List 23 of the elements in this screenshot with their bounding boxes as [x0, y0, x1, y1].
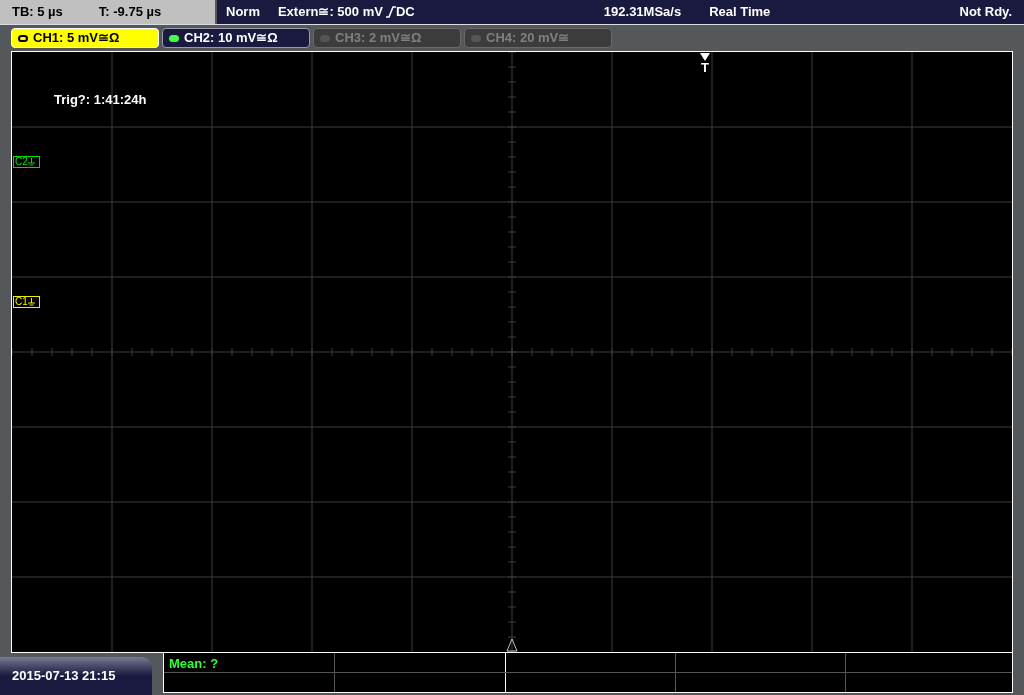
trigger-source: Extern≅: 500 mV	[277, 3, 383, 22]
trigger-coupling: DC	[395, 3, 415, 22]
channel-marker: C2	[13, 156, 40, 168]
acquisition-mode: Real Time	[709, 3, 771, 22]
trigger-mode: Norm	[226, 3, 260, 22]
channel-status-icon	[169, 34, 179, 42]
channel-marker: C1	[13, 296, 40, 308]
trigger-level-icon	[506, 638, 518, 652]
datetime-text: 2015-07-13 21:15	[12, 667, 116, 686]
ready-status: Not Rdy.	[959, 3, 1012, 22]
trigger-time-text: Trig?: 1:41:24h	[54, 91, 147, 109]
time-offset-label: T: -9.75 µs	[98, 3, 162, 22]
channel-status-icon	[471, 34, 481, 42]
channel-tab[interactable]: CH1: 5 mV≅Ω	[11, 28, 159, 48]
measurement-text: Mean: ?	[169, 655, 219, 673]
sample-rate: 192.31MSa/s	[603, 3, 682, 22]
rising-edge-icon	[385, 6, 396, 18]
channel-status-icon	[18, 34, 28, 42]
channel-tab[interactable]: CH2: 10 mV≅Ω	[162, 28, 310, 48]
ground-icon	[27, 158, 35, 166]
ground-icon	[27, 298, 35, 306]
channel-status-icon	[320, 34, 330, 42]
timebase-label: TB: 5 µs	[12, 3, 63, 22]
